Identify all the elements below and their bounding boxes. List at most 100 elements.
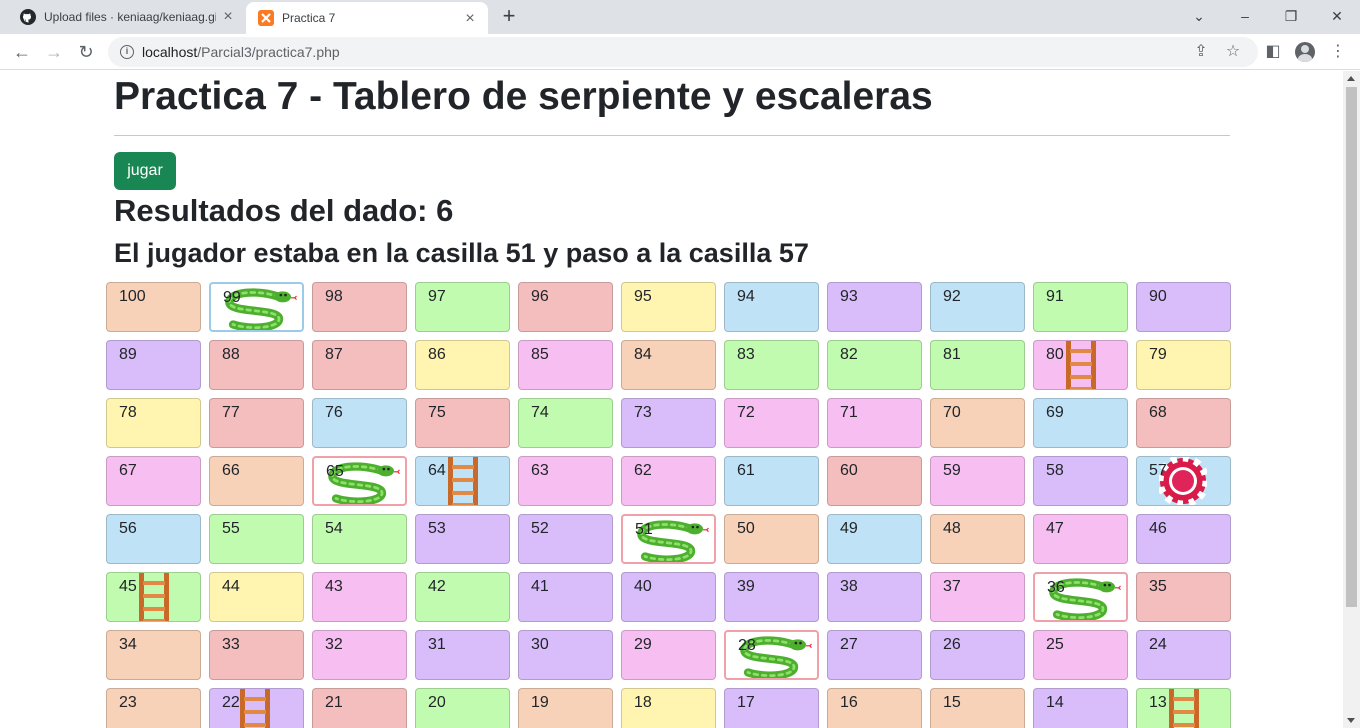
new-tab-icon[interactable]: +: [498, 5, 520, 28]
cell-number: 82: [840, 346, 858, 363]
board-cell: 95: [621, 282, 716, 332]
cell-number: 90: [1149, 288, 1167, 305]
board-cell: 65: [312, 456, 407, 506]
menu-kebab-icon[interactable]: ⋮: [1328, 42, 1348, 62]
cell-number: 76: [325, 404, 343, 421]
forward-icon[interactable]: →: [42, 40, 66, 64]
cell-number: 93: [840, 288, 858, 305]
board-cell: 46: [1136, 514, 1231, 564]
cell-number: 92: [943, 288, 961, 305]
cell-number: 69: [1046, 404, 1064, 421]
board-cell: 57: [1136, 456, 1231, 506]
board-cell: 92: [930, 282, 1025, 332]
board-cell: 23: [106, 688, 201, 728]
board-cell: 86: [415, 340, 510, 390]
cell-number: 19: [531, 694, 549, 711]
cell-number: 31: [428, 636, 446, 653]
github-icon: [20, 9, 36, 25]
close-tab-icon[interactable]: ×: [462, 11, 478, 27]
tab-github[interactable]: Upload files · keniaag/keniaag.gi ×: [8, 0, 246, 34]
cell-number: 52: [531, 520, 549, 537]
board-cell: 62: [621, 456, 716, 506]
board-cell: 15: [930, 688, 1025, 728]
cell-number: 36: [1047, 579, 1065, 596]
scroll-up-icon[interactable]: [1347, 76, 1355, 81]
board-cell: 70: [930, 398, 1025, 448]
cell-number: 47: [1046, 520, 1064, 537]
cell-number: 38: [840, 578, 858, 595]
cell-number: 29: [634, 636, 652, 653]
board-cell: 49: [827, 514, 922, 564]
tab-search-icon[interactable]: ⌄: [1186, 4, 1212, 28]
board-cell: 77: [209, 398, 304, 448]
board-cell: 31: [415, 630, 510, 680]
cell-number: 63: [531, 462, 549, 479]
board-cell: 20: [415, 688, 510, 728]
cell-number: 97: [428, 288, 446, 305]
scroll-thumb[interactable]: [1346, 87, 1357, 607]
board-cell: 91: [1033, 282, 1128, 332]
board-cell: 64: [415, 456, 510, 506]
cell-number: 54: [325, 520, 343, 537]
side-panel-icon[interactable]: ◧: [1263, 42, 1283, 62]
bookmark-star-icon[interactable]: ☆: [1224, 43, 1242, 61]
cell-number: 15: [943, 694, 961, 711]
board-cell: 54: [312, 514, 407, 564]
board-cell: 66: [209, 456, 304, 506]
cell-number: 72: [737, 404, 755, 421]
board-cell: 94: [724, 282, 819, 332]
cell-number: 62: [634, 462, 652, 479]
scroll-down-icon[interactable]: [1347, 718, 1355, 723]
page-scrollbar[interactable]: [1343, 71, 1360, 728]
close-window-icon[interactable]: ✕: [1324, 4, 1350, 28]
site-info-icon[interactable]: i: [120, 45, 134, 59]
cell-number: 28: [738, 637, 756, 654]
cell-number: 91: [1046, 288, 1064, 305]
restore-icon[interactable]: ❐: [1278, 4, 1304, 28]
cell-number: 81: [943, 346, 961, 363]
board-cell: 78: [106, 398, 201, 448]
cell-number: 43: [325, 578, 343, 595]
board-cell: 55: [209, 514, 304, 564]
board-cell: 96: [518, 282, 613, 332]
board-cell: 60: [827, 456, 922, 506]
cell-number: 53: [428, 520, 446, 537]
board-cell: 27: [827, 630, 922, 680]
board-cell: 28: [724, 630, 819, 680]
share-icon[interactable]: ⇪: [1192, 43, 1210, 61]
board-cell: 90: [1136, 282, 1231, 332]
cell-number: 33: [222, 636, 240, 653]
board-cell: 41: [518, 572, 613, 622]
cell-number: 85: [531, 346, 549, 363]
board-cell: 87: [312, 340, 407, 390]
cell-number: 27: [840, 636, 858, 653]
cell-number: 49: [840, 520, 858, 537]
reload-icon[interactable]: ↻: [74, 40, 98, 64]
cell-number: 37: [943, 578, 961, 595]
close-tab-icon[interactable]: ×: [220, 9, 236, 25]
tab-practica7[interactable]: Practica 7 ×: [246, 2, 488, 34]
board-cell: 30: [518, 630, 613, 680]
cell-number: 22: [222, 694, 240, 711]
board-cell: 81: [930, 340, 1025, 390]
cell-number: 13: [1149, 694, 1167, 711]
cell-number: 57: [1149, 462, 1167, 479]
play-button[interactable]: jugar: [114, 152, 176, 190]
board-cell: 89: [106, 340, 201, 390]
board-cell: 75: [415, 398, 510, 448]
cell-number: 77: [222, 404, 240, 421]
board-cell: 76: [312, 398, 407, 448]
board-cell: 43: [312, 572, 407, 622]
board-cell: 100: [106, 282, 201, 332]
cell-number: 86: [428, 346, 446, 363]
cell-number: 73: [634, 404, 652, 421]
back-icon[interactable]: ←: [10, 40, 34, 64]
tab-title: Practica 7: [282, 11, 336, 25]
profile-avatar[interactable]: [1295, 42, 1315, 62]
cell-number: 42: [428, 578, 446, 595]
cell-number: 71: [840, 404, 858, 421]
minimize-icon[interactable]: –: [1232, 4, 1258, 28]
tab-title: Upload files · keniaag/keniaag.gi: [44, 10, 216, 24]
divider: [114, 135, 1230, 136]
address-bar[interactable]: i localhost/Parcial3/practica7.php ⇪ ☆: [108, 37, 1258, 67]
